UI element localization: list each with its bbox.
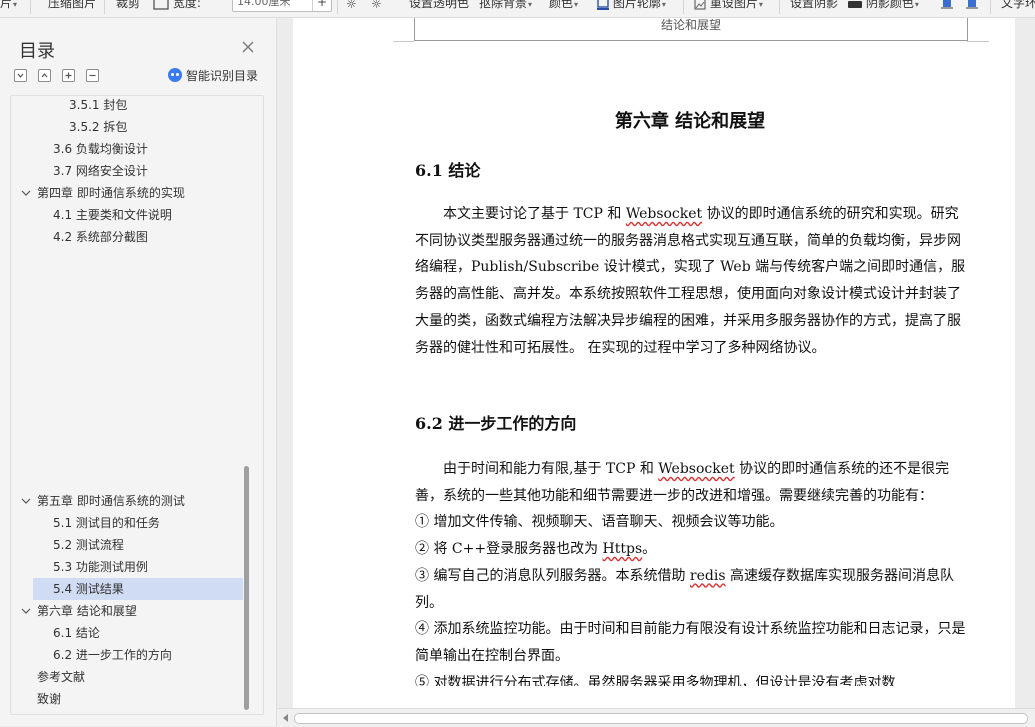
section-6-1-heading: 6.1 结论 — [415, 161, 481, 180]
brightness-up-icon[interactable]: ☼ — [371, 0, 382, 11]
chevron-down-icon[interactable] — [21, 608, 31, 614]
shadow-color-icon — [848, 0, 862, 8]
picture-outline-button[interactable]: 图片轮廓▾ — [597, 0, 666, 12]
chevron-down-icon[interactable] — [21, 190, 31, 196]
width-icon — [153, 0, 169, 10]
compress-picture-button[interactable]: 压缩图片 — [48, 0, 96, 10]
toc-item[interactable]: 4.2 系统部分截图 — [11, 226, 243, 248]
width-label: 宽度: — [172, 0, 201, 10]
header-corner-left — [393, 41, 414, 42]
toc-item[interactable]: 3.5.2 拆包 — [11, 116, 243, 138]
set-shadow-button[interactable]: 设置阴影 — [790, 0, 838, 10]
robot-icon — [168, 68, 182, 82]
toc-sidebar: 目录 智能识别目录 3.5.1 封包 3.5.2 拆包 3.6 负载均衡设计 3… — [0, 18, 277, 726]
toc-item[interactable]: 5.2 测试流程 — [11, 534, 243, 556]
document-page: 结论和展望 第六章 结论和展望 6.1 结论 本文主要讨论了基于 TCP 和 W… — [293, 18, 1015, 708]
shadow-right-icon[interactable] — [966, 0, 978, 10]
reset-picture-button[interactable]: 重设图片▾ — [694, 0, 763, 12]
close-icon[interactable] — [241, 40, 255, 54]
brightness-down-icon[interactable]: ☼ — [346, 0, 357, 11]
shadow-color-button[interactable]: 阴影颜色▾ — [848, 0, 919, 12]
toc-item[interactable]: 3.6 负载均衡设计 — [11, 138, 243, 160]
remove-entry-icon[interactable] — [86, 69, 99, 82]
toc-list: 3.5.1 封包 3.5.2 拆包 3.6 负载均衡设计 3.7 网络安全设计 … — [10, 95, 264, 715]
collapse-down-icon[interactable] — [14, 69, 27, 82]
toc-scrollbar[interactable] — [244, 466, 249, 710]
width-control: 宽度: — [153, 0, 201, 10]
toc-item-selected[interactable]: 5.4 测试结果 — [33, 578, 243, 600]
chapter-title: 第六章 结论和展望 — [614, 111, 766, 132]
reset-picture-icon — [694, 0, 706, 10]
shadow-left-icon[interactable] — [941, 0, 953, 10]
toc-item[interactable]: 5.3 功能测试用例 — [11, 556, 243, 578]
list-item: ⑤ 对数据进行分布式存储。虽然服务器采用多物理机，但设计是没有考虑对数 — [415, 674, 896, 686]
collapse-up-icon[interactable] — [38, 69, 51, 82]
toc-item[interactable]: 5.1 测试目的和任务 — [11, 512, 243, 534]
toc-item[interactable]: 6.2 进一步工作的方向 — [11, 644, 243, 666]
horizontal-scrollbar[interactable] — [277, 708, 1035, 727]
document-area: 结论和展望 第六章 结论和展望 6.1 结论 本文主要讨论了基于 TCP 和 W… — [277, 18, 1035, 708]
chevron-down-icon[interactable] — [21, 498, 31, 504]
width-input[interactable]: 14.00厘米 + — [232, 0, 332, 12]
toc-item[interactable]: 3.5.1 封包 — [11, 96, 243, 116]
picture-menu-button[interactable]: 片▾ — [0, 0, 17, 12]
header-text: 结论和展望 — [660, 18, 721, 32]
section-6-2-body: 由于时间和能力有限,基于 TCP 和 Websocket 协议的即时通信系统的还… — [415, 456, 968, 686]
toc-item[interactable]: 致谢 — [11, 688, 243, 710]
width-increase-button[interactable]: + — [312, 0, 331, 11]
set-transparent-color-button[interactable]: 设置透明色 — [409, 0, 469, 10]
list-item: ④ 添加系统监控功能。由于时间和目前能力有限没有设计系统监控功能和日志记录，只是… — [415, 621, 966, 664]
text-wrap-button[interactable]: 文字环 — [1001, 0, 1035, 10]
list-item: ① 增加文件传输、视频聊天、语音聊天、视频会议等功能。 — [415, 514, 784, 531]
crop-button[interactable]: 裁剪 — [116, 0, 140, 10]
toc-chapter-5[interactable]: 第五章 即时通信系统的测试 — [11, 490, 243, 512]
toc-chapter-4[interactable]: 第四章 即时通信系统的实现 — [11, 182, 243, 204]
toc-chapter-6[interactable]: 第六章 结论和展望 — [11, 600, 243, 622]
section-6-1-paragraph: 本文主要讨论了基于 TCP 和 Websocket 协议的即时通信系统的研究和实… — [415, 206, 966, 356]
color-button[interactable]: 颜色▾ — [549, 0, 578, 12]
toc-item[interactable]: 3.7 网络安全设计 — [11, 160, 243, 182]
smart-toc-button[interactable]: 智能识别目录 — [168, 67, 258, 84]
scroll-left-icon[interactable] — [283, 714, 288, 722]
outline-icon — [597, 0, 609, 10]
add-entry-icon[interactable] — [62, 69, 75, 82]
list-item: ③ 编写自己的消息队列服务器。本系统借助 redis 高速缓存数据库实现服务器间… — [415, 567, 954, 611]
remove-background-button[interactable]: 抠除背景▾ — [479, 0, 532, 12]
page-header[interactable]: 结论和展望 — [414, 18, 968, 41]
toc-item[interactable]: 参考文献 — [11, 666, 243, 688]
toc-item[interactable]: 6.1 结论 — [11, 622, 243, 644]
list-item: ② 将 C++登录服务器也改为 Https。 — [415, 541, 657, 558]
section-6-2-heading: 6.2 进一步工作的方向 — [415, 414, 577, 433]
toc-item[interactable]: 4.1 主要类和文件说明 — [11, 204, 243, 226]
toc-title: 目录 — [19, 41, 55, 62]
header-corner-right — [967, 41, 989, 42]
scrollbar-thumb[interactable] — [294, 713, 1028, 724]
